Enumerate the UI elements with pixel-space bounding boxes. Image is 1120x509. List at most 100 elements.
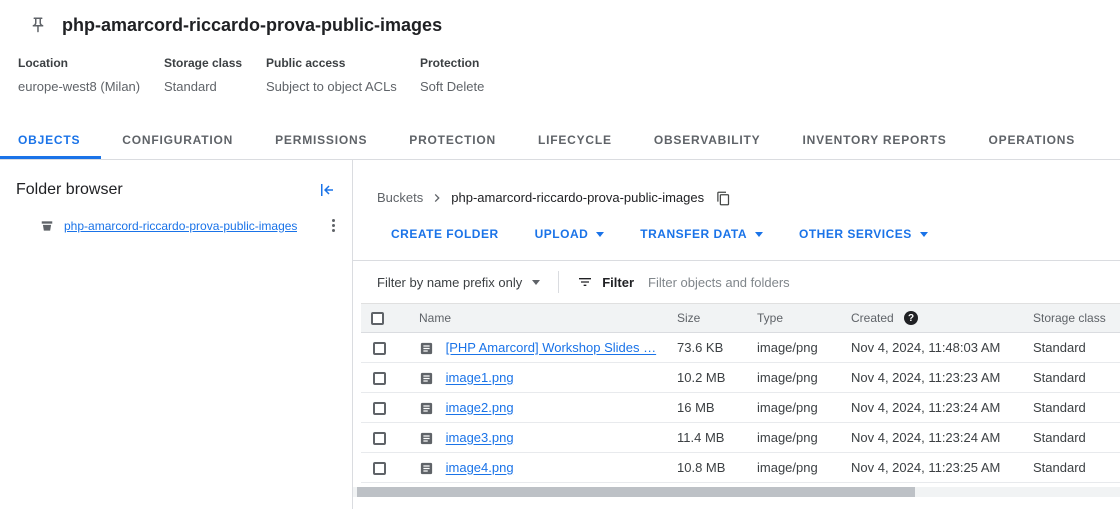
transfer-data-button[interactable]: TRANSFER DATA bbox=[628, 222, 775, 246]
cell-created: Nov 4, 2024, 11:23:24 AM bbox=[841, 393, 1023, 423]
bucket-icon bbox=[40, 219, 54, 233]
tab-objects[interactable]: OBJECTS bbox=[0, 120, 101, 159]
bucket-tree-link[interactable]: php-amarcord-riccardo-prova-public-image… bbox=[64, 219, 297, 233]
meta-location: Location europe-west8 (Milan) bbox=[18, 56, 164, 94]
page-title: php-amarcord-riccardo-prova-public-image… bbox=[62, 14, 442, 36]
table-row: image2.png 16 MB image/png Nov 4, 2024, … bbox=[361, 393, 1120, 423]
bucket-meta: Location europe-west8 (Milan) Storage cl… bbox=[0, 56, 1120, 94]
meta-value-public-access: Subject to object ACLs bbox=[266, 79, 420, 94]
cell-size: 16 MB bbox=[667, 393, 747, 423]
other-services-button[interactable]: OTHER SERVICES bbox=[787, 222, 940, 246]
cell-type: image/png bbox=[747, 393, 841, 423]
folder-browser-header: Folder browser bbox=[0, 180, 352, 200]
upload-button[interactable]: UPLOAD bbox=[523, 222, 617, 246]
column-header-created-label: Created bbox=[851, 311, 894, 325]
filter-label: Filter bbox=[602, 275, 634, 290]
filter-input[interactable] bbox=[648, 275, 1120, 290]
chevron-down-icon bbox=[532, 280, 540, 285]
filter-scope-label: Filter by name prefix only bbox=[377, 275, 522, 290]
pin-icon[interactable] bbox=[29, 16, 47, 34]
scrollbar-thumb[interactable] bbox=[357, 487, 915, 497]
file-icon bbox=[419, 461, 434, 476]
row-checkbox[interactable] bbox=[373, 342, 386, 355]
row-checkbox[interactable] bbox=[373, 462, 386, 475]
tab-observability[interactable]: OBSERVABILITY bbox=[633, 120, 782, 159]
table-header-row: Name Size Type Created ? Storage class bbox=[361, 304, 1120, 333]
tab-configuration[interactable]: CONFIGURATION bbox=[101, 120, 254, 159]
tab-permissions[interactable]: PERMISSIONS bbox=[254, 120, 388, 159]
column-header-created[interactable]: Created ? bbox=[841, 304, 1023, 333]
select-all-checkbox[interactable] bbox=[371, 312, 384, 325]
content-area: Folder browser php-amarcord-riccardo-pro… bbox=[0, 160, 1120, 509]
cell-storage-class: Standard bbox=[1023, 393, 1120, 423]
bucket-header: php-amarcord-riccardo-prova-public-image… bbox=[0, 0, 1120, 94]
kebab-menu-icon[interactable] bbox=[329, 216, 338, 235]
table-row: image4.png 10.8 MB image/png Nov 4, 2024… bbox=[361, 453, 1120, 483]
select-all-cell bbox=[361, 304, 409, 333]
object-link[interactable]: image3.png bbox=[446, 431, 514, 446]
file-icon bbox=[419, 341, 434, 356]
create-folder-button[interactable]: CREATE FOLDER bbox=[379, 222, 511, 246]
meta-label-protection: Protection bbox=[420, 56, 484, 70]
column-header-size-label: Size bbox=[677, 311, 700, 325]
cell-type: image/png bbox=[747, 363, 841, 393]
meta-label-public-access: Public access bbox=[266, 56, 420, 70]
cell-created: Nov 4, 2024, 11:48:03 AM bbox=[841, 333, 1023, 363]
breadcrumb-buckets-link[interactable]: Buckets bbox=[377, 190, 423, 206]
filter-scope-dropdown[interactable]: Filter by name prefix only bbox=[377, 275, 540, 290]
cell-type: image/png bbox=[747, 423, 841, 453]
folder-browser-title: Folder browser bbox=[16, 180, 123, 200]
cell-created: Nov 4, 2024, 11:23:23 AM bbox=[841, 363, 1023, 393]
tab-operations[interactable]: OPERATIONS bbox=[968, 120, 1096, 159]
object-link[interactable]: image4.png bbox=[446, 461, 514, 476]
gcs-bucket-details-page: php-amarcord-riccardo-prova-public-image… bbox=[0, 0, 1120, 509]
cell-storage-class: Standard bbox=[1023, 333, 1120, 363]
file-icon bbox=[419, 371, 434, 386]
bucket-title-row: php-amarcord-riccardo-prova-public-image… bbox=[0, 0, 1120, 36]
help-icon[interactable]: ? bbox=[904, 311, 918, 325]
chevron-down-icon bbox=[755, 232, 763, 237]
table-row: image1.png 10.2 MB image/png Nov 4, 2024… bbox=[361, 363, 1120, 393]
object-link[interactable]: image2.png bbox=[446, 401, 514, 416]
horizontal-scrollbar[interactable] bbox=[353, 487, 1120, 497]
meta-public-access: Public access Subject to object ACLs bbox=[266, 56, 420, 94]
filter-bar: Filter by name prefix only Filter bbox=[353, 261, 1120, 303]
cell-size: 11.4 MB bbox=[667, 423, 747, 453]
row-checkbox[interactable] bbox=[373, 402, 386, 415]
column-header-type-label: Type bbox=[757, 311, 783, 325]
object-link[interactable]: image1.png bbox=[446, 371, 514, 386]
column-header-size[interactable]: Size bbox=[667, 304, 747, 333]
meta-value-location: europe-west8 (Milan) bbox=[18, 79, 164, 94]
tab-inventory-reports[interactable]: INVENTORY REPORTS bbox=[781, 120, 967, 159]
toolbar: CREATE FOLDER UPLOAD TRANSFER DATA OTHER… bbox=[353, 206, 1120, 261]
column-header-storage-class[interactable]: Storage class bbox=[1023, 304, 1120, 333]
object-link[interactable]: [PHP Amarcord] Workshop Slides … bbox=[446, 341, 657, 356]
tab-protection[interactable]: PROTECTION bbox=[388, 120, 517, 159]
cell-storage-class: Standard bbox=[1023, 363, 1120, 393]
other-services-label: OTHER SERVICES bbox=[799, 227, 912, 241]
file-icon bbox=[419, 431, 434, 446]
column-header-name[interactable]: Name bbox=[409, 304, 667, 333]
cell-created: Nov 4, 2024, 11:23:24 AM bbox=[841, 423, 1023, 453]
folder-tree-bucket-item[interactable]: php-amarcord-riccardo-prova-public-image… bbox=[0, 214, 352, 237]
tab-lifecycle[interactable]: LIFECYCLE bbox=[517, 120, 633, 159]
vertical-divider bbox=[558, 271, 559, 293]
objects-panel: Buckets php-amarcord-riccardo-prova-publ… bbox=[353, 160, 1120, 509]
cell-storage-class: Standard bbox=[1023, 423, 1120, 453]
table-row: [PHP Amarcord] Workshop Slides … 73.6 KB… bbox=[361, 333, 1120, 363]
collapse-panel-icon[interactable] bbox=[318, 181, 336, 199]
upload-label: UPLOAD bbox=[535, 227, 589, 241]
meta-value-protection: Soft Delete bbox=[420, 79, 484, 94]
chevron-down-icon bbox=[920, 232, 928, 237]
row-checkbox[interactable] bbox=[373, 432, 386, 445]
cell-type: image/png bbox=[747, 333, 841, 363]
transfer-data-label: TRANSFER DATA bbox=[640, 227, 747, 241]
meta-protection: Protection Soft Delete bbox=[420, 56, 484, 94]
copy-icon[interactable] bbox=[716, 191, 731, 206]
cell-size: 73.6 KB bbox=[667, 333, 747, 363]
row-checkbox[interactable] bbox=[373, 372, 386, 385]
breadcrumb: Buckets php-amarcord-riccardo-prova-publ… bbox=[353, 160, 1120, 206]
column-header-type[interactable]: Type bbox=[747, 304, 841, 333]
cell-size: 10.8 MB bbox=[667, 453, 747, 483]
meta-value-storage-class: Standard bbox=[164, 79, 266, 94]
